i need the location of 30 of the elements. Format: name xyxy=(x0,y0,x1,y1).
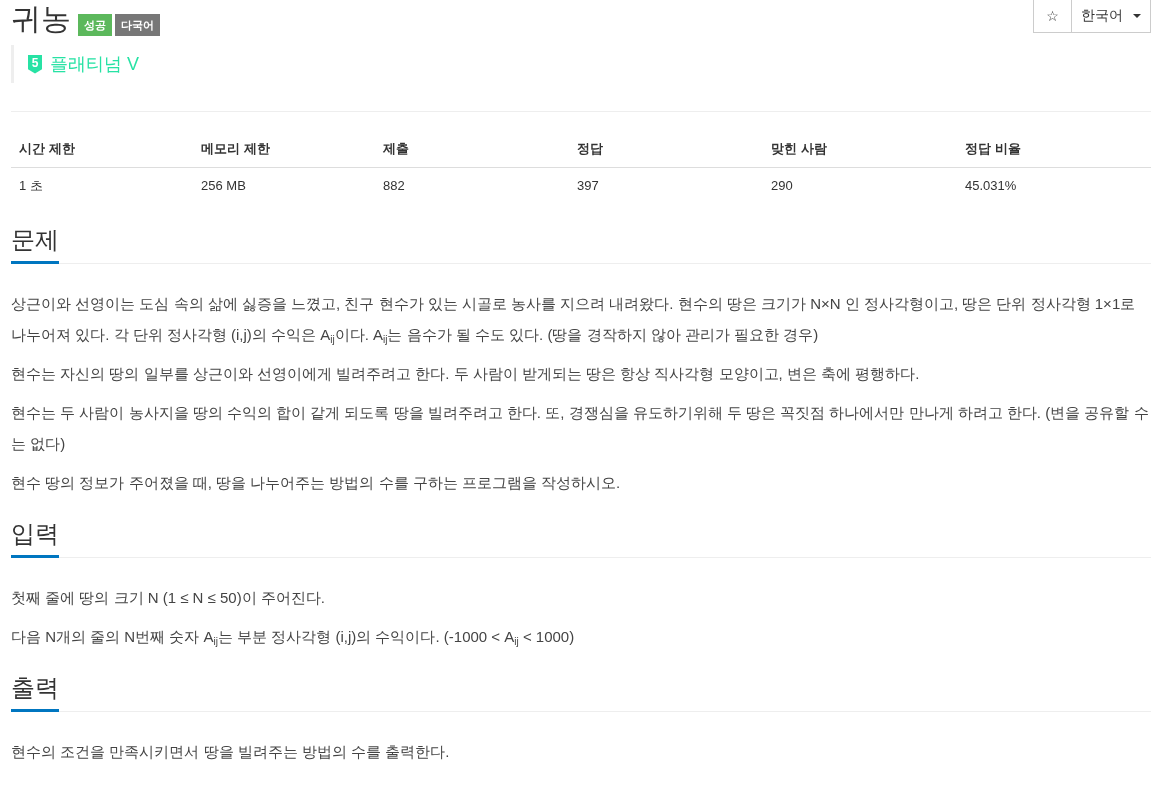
table-cell: 882 xyxy=(383,178,405,193)
tier-badge: 5 xyxy=(28,54,42,74)
status-label: 다국어 xyxy=(115,14,160,36)
table-cell: 1 초 xyxy=(19,178,43,193)
caret-icon xyxy=(1133,14,1141,18)
table-cell: 397 xyxy=(577,178,599,193)
paragraph: 다음 N개의 줄의 N번째 숫자 A$_{ij}$는 부분 정사각형 (i,j)의 수익이다. (-1000 < A$_{ij}$ < 1000) xyxy=(11,627,576,649)
favorite-button[interactable]: ☆ xyxy=(1033,0,1072,33)
table-cell: 256 MB xyxy=(201,178,246,193)
column-header: 제출 xyxy=(383,141,409,156)
column-header: 시간 제한 xyxy=(19,141,75,156)
paragraph: 현수의 조건을 만족시키면서 땅을 빌려주는 방법의 수를 출력한다. xyxy=(11,742,451,762)
paragraph: 현수 땅의 정보가 주어졌을 때, 땅을 나누어주는 방법의 수를 구하는 프로그램을 작성하시오. xyxy=(11,473,622,493)
paragraph: 현수는 두 사람이 농사지을 땅의 수익의 합이 같게 되도록 땅을 빌려주려고 한다. 또, 경쟁심을 유도하기위해 두 땅은 꼭짓점 하나에서만 만나게 하려고 한다. (변을 공유할 수는 없다) xyxy=(11,403,1150,454)
column-header: 메모리 제한 xyxy=(201,141,270,156)
language-select[interactable]: 한국어 xyxy=(1072,0,1151,33)
section-heading: 입력 xyxy=(11,517,59,558)
table-cell: 290 xyxy=(771,178,793,193)
paragraph: 상근이와 선영이는 도심 속의 삶에 싫증을 느꼈고, 친구 현수가 있는 시골로 농사를 지으려 내려왔다. 현수의 땅은 크기가 N×N 인 정사각형이고, 땅은 단위 정사각형 1×1로 나누어져 있다. 각 단위 정사각형 (i,j)의 수익은 A$_{ij}$이다. A$_{ij}$는 음수가 될 수도 있다. (땅을 경작하지 않아 관리가 필요한 경우) xyxy=(11,294,1137,347)
column-header: 맞힌 사람 xyxy=(771,141,827,156)
table-cell: 45.031% xyxy=(965,178,1017,193)
column-header: 정답 xyxy=(577,141,603,156)
section-heading: 출력 xyxy=(11,671,59,712)
column-header: 정답 비율 xyxy=(965,141,1021,156)
paragraph: 현수는 자신의 땅의 일부를 상근이와 선영이에게 빌려주려고 한다. 두 사람이 받게되는 땅은 항상 직사각형 모양이고, 변은 축에 평행하다. xyxy=(11,364,921,384)
status-label: 성공 xyxy=(78,14,112,36)
tier-name: 플래티넘 V xyxy=(50,54,139,74)
problem-title: 귀농 xyxy=(11,2,71,36)
section-heading: 문제 xyxy=(11,223,59,264)
paragraph: 첫째 줄에 땅의 크기 N (1 ≤ N ≤ 50)이 주어진다. xyxy=(11,588,326,608)
